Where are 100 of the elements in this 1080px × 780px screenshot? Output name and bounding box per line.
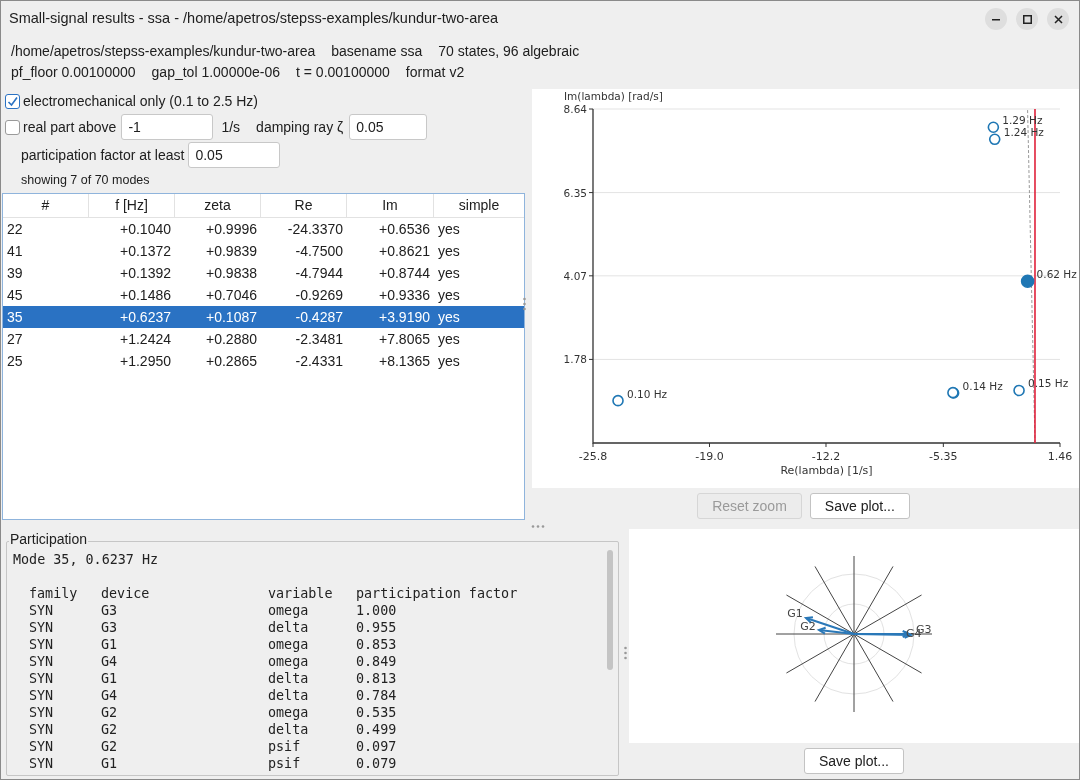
table-cell-text: 0.079: [356, 755, 398, 772]
column-header: participation factor: [356, 585, 519, 602]
table-cell-text: delta: [268, 619, 310, 636]
info-text: t = 0.00100000: [296, 63, 390, 82]
table-cell-text: SYN: [29, 687, 55, 704]
table-cell-text: omega: [268, 602, 310, 619]
table-cell-text: -2.3481: [294, 329, 344, 349]
table-cell-text: G2: [101, 721, 119, 738]
table-cell-text: G4: [101, 653, 119, 670]
table-cell-text: SYN: [29, 704, 55, 721]
table-cell-text: G1: [101, 636, 119, 653]
tick-label: -19.0: [695, 450, 724, 463]
table-cell-text: G3: [101, 602, 119, 619]
point-label: 0.10 Hz: [627, 387, 668, 400]
table-cell-text: G1: [101, 755, 119, 772]
table-cell-text: 25: [6, 351, 24, 371]
table-cell-text: SYN: [29, 738, 55, 755]
column-header: device: [101, 585, 151, 602]
table-cell-text: yes: [437, 307, 461, 327]
table-cell-text: +0.9336: [378, 285, 431, 305]
table-cell-text: psif: [268, 755, 302, 772]
checkbox-label: real part above: [23, 117, 117, 137]
table-cell-text: G2: [101, 738, 119, 755]
table-cell-text: G4: [101, 687, 119, 704]
table-cell-text: 45: [6, 285, 24, 305]
table-cell-text: SYN: [29, 653, 55, 670]
table-cell-text: +0.1392: [119, 263, 172, 283]
column-header: family: [29, 585, 79, 602]
table-cell-text: 0.097: [356, 738, 398, 755]
table-cell-text: -0.9269: [294, 285, 344, 305]
info-text: pf_floor 0.00100000: [11, 63, 136, 82]
table-cell-text: +0.1087: [205, 307, 258, 327]
table-cell-text: 22: [6, 219, 24, 239]
info-text: basename ssa: [331, 42, 423, 61]
table-cell-text: yes: [437, 351, 461, 371]
tick-label: -25.8: [578, 450, 608, 463]
mode-heading: Mode 35, 0.6237 Hz: [13, 551, 160, 568]
info-text: format v2: [405, 63, 465, 82]
tick-label: -12.2: [811, 450, 841, 463]
table-cell-text: -24.3370: [286, 219, 344, 239]
table-cell-text: 39: [6, 263, 24, 283]
table-cell-text: +1.2950: [119, 351, 172, 371]
table-cell-text: G2: [101, 704, 119, 721]
table-cell-text: 41: [6, 241, 24, 261]
table-cell-text: delta: [268, 687, 310, 704]
table-cell-text: +0.7046: [205, 285, 258, 305]
axis-title: Im(lambda) [rad/s]: [564, 90, 663, 102]
column-header: variable: [268, 585, 334, 602]
unit-label: 1/s: [221, 117, 241, 137]
table-cell-text: 0.784: [356, 687, 398, 704]
table-cell-text: +0.2880: [205, 329, 258, 349]
mode-count: showing 7 of 70 modes: [21, 171, 150, 189]
table-cell-text: G3: [101, 619, 119, 636]
table-cell-text: +0.2865: [205, 351, 258, 371]
table-cell-text: 0.535: [356, 704, 398, 721]
table-cell-text: 0.849: [356, 653, 398, 670]
table-cell-text: SYN: [29, 721, 55, 738]
table-cell-text: SYN: [29, 602, 55, 619]
table-cell-text: +3.9190: [378, 307, 431, 327]
table-cell-text: yes: [437, 263, 461, 283]
tick-label: 1.46: [1047, 450, 1073, 463]
tick-label: 4.07: [563, 269, 587, 282]
table-cell-text: -2.4331: [294, 351, 344, 371]
table-cell-text: +0.6536: [378, 219, 431, 239]
tick-label: -5.35: [929, 450, 958, 463]
table-cell-text: +8.1365: [378, 351, 431, 371]
table-cell-text: omega: [268, 636, 310, 653]
table-cell-text: 1.000: [356, 602, 398, 619]
table-cell-text: SYN: [29, 636, 55, 653]
table-cell-text: omega: [268, 653, 310, 670]
table-cell-text: +0.9996: [205, 219, 258, 239]
tick-label: 8.64: [563, 103, 587, 115]
table-cell-text: -4.7944: [294, 263, 344, 283]
table-cell-text: 0.813: [356, 670, 398, 687]
info-text: gap_tol 1.00000e-06: [151, 63, 280, 82]
table-cell-text: +0.9838: [205, 263, 258, 283]
field-label: damping ray ζ: [256, 117, 344, 137]
table-cell-text: 27: [6, 329, 24, 349]
table-cell-text: +0.1372: [119, 241, 172, 261]
table-cell-text: delta: [268, 670, 310, 687]
table-cell-text: 0.499: [356, 721, 398, 738]
table-cell-text: delta: [268, 721, 310, 738]
table-cell-text: +0.8744: [378, 263, 431, 283]
phasor-label: G2: [800, 620, 816, 633]
table-cell-text: psif: [268, 738, 302, 755]
table-cell-text: +7.8065: [378, 329, 431, 349]
table-cell-text: +0.8621: [378, 241, 431, 261]
info-text: /home/apetros/stepss-examples/kundur-two-area: [11, 42, 316, 61]
table-cell-text: 0.955: [356, 619, 398, 636]
table-cell-text: -4.7500: [294, 241, 344, 261]
tick-label: 1.78: [563, 353, 587, 366]
table-cell-text: -0.4287: [294, 307, 344, 327]
table-cell-text: G1: [101, 670, 119, 687]
table-cell-text: +0.6237: [119, 307, 172, 327]
point-label: 0.14 Hz: [962, 380, 1003, 392]
table-cell-text: +1.2424: [119, 329, 172, 349]
table-cell-text: SYN: [29, 670, 55, 687]
table-cell-text: omega: [268, 704, 310, 721]
info-text: 70 states, 96 algebraic: [438, 42, 580, 61]
axis-title: Re(lambda) [1/s]: [780, 464, 873, 477]
